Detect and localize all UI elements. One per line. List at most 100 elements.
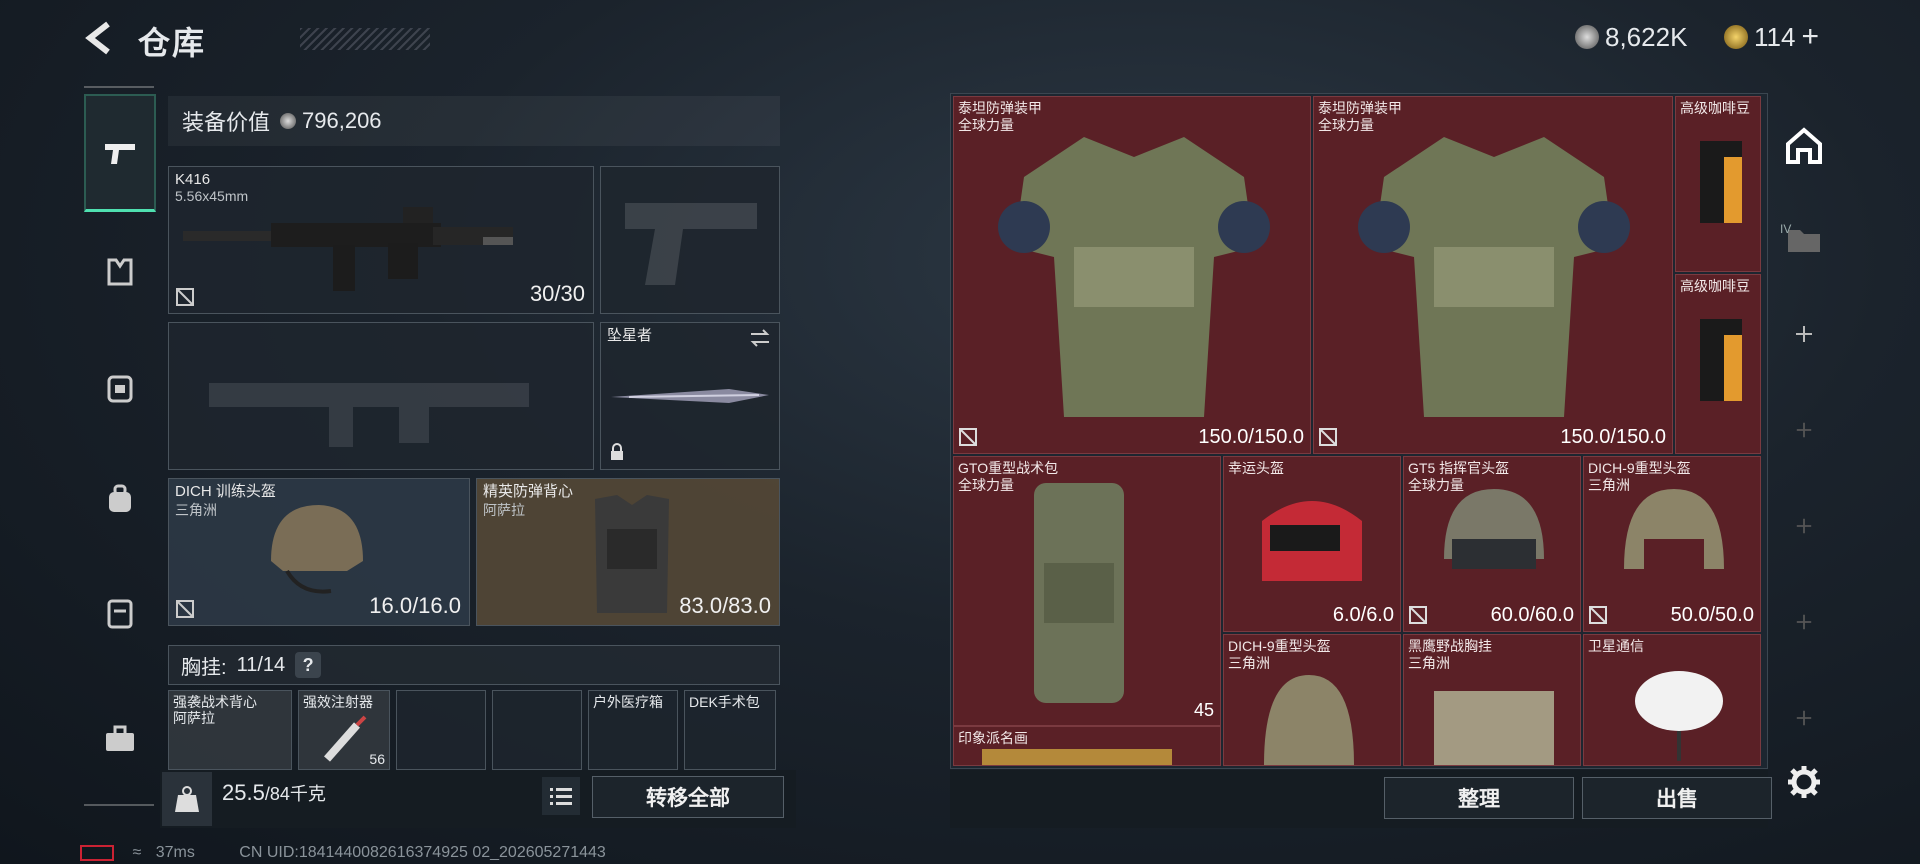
add-currency-button[interactable]: +	[1801, 20, 1819, 54]
chest-rig-header: 胸挂: 11/14 ?	[168, 645, 780, 685]
storage-item-satellite[interactable]: 卫星通信	[1583, 634, 1761, 766]
add-tab-button-5[interactable]	[1770, 688, 1838, 748]
no-insure-icon	[1589, 606, 1607, 624]
storage-item-painting[interactable]: 印象派名画	[953, 726, 1221, 766]
add-tab-button[interactable]	[1770, 304, 1838, 364]
list-view-button[interactable]	[542, 777, 580, 815]
item-name: DEK手术包	[689, 694, 760, 710]
storage-item-blackhawk-rig[interactable]: 黑鹰野战胸挂 三角洲	[1403, 634, 1581, 766]
sort-button[interactable]: 整理	[1384, 777, 1574, 819]
painting-frame-icon	[982, 749, 1172, 765]
side-label: IV	[1780, 222, 1792, 236]
coffee-bag-icon	[1700, 319, 1742, 401]
helmet-durability: 16.0/16.0	[369, 593, 461, 618]
rig-slot-5[interactable]: 户外医疗箱	[588, 690, 678, 770]
storage-item-coffee-1[interactable]: 高级咖啡豆	[1675, 96, 1761, 272]
rig-capacity: 11/14	[236, 653, 286, 676]
swap-icon[interactable]	[749, 329, 771, 347]
plus-icon	[1796, 422, 1812, 438]
storage-tab-2-icon: IV	[1780, 218, 1824, 258]
item-name: 卫星通信	[1588, 638, 1644, 654]
premium-currency[interactable]: 114 +	[1724, 20, 1819, 54]
no-insure-icon	[1319, 428, 1337, 446]
nav-weapons[interactable]	[84, 94, 156, 212]
slot-melee[interactable]: 坠星者	[600, 322, 780, 470]
item-origin: 全球力量	[958, 477, 1014, 493]
bag-icon	[109, 484, 131, 512]
transfer-all-button[interactable]: 转移全部	[592, 776, 784, 818]
titan-armor-icon	[998, 137, 1270, 417]
nav-bag[interactable]	[84, 464, 156, 534]
storage-item-gt5-helmet[interactable]: GT5 指挥官头盔 全球力量 60.0/60.0	[1403, 456, 1581, 632]
armor-origin: 阿萨拉	[483, 502, 525, 518]
back-button[interactable]	[80, 18, 120, 58]
storage-item-titan-armor-1[interactable]: 泰坦防弹装甲 全球力量 150.0/150.0	[953, 96, 1311, 454]
rig-slot-4[interactable]	[492, 690, 582, 770]
weight-display: 25.5/84千克	[222, 780, 326, 806]
nav-armor[interactable]	[84, 236, 156, 306]
nav-backpack[interactable]	[84, 352, 156, 422]
item-name: 强袭战术背心	[173, 694, 257, 710]
backpack-item-icon	[1034, 483, 1124, 703]
weight-icon-box	[162, 772, 212, 826]
lock-icon	[611, 443, 623, 460]
rig-slot-1[interactable]: 强袭战术背心 阿萨拉	[168, 690, 292, 770]
item-name: 高级咖啡豆	[1680, 100, 1750, 116]
nav-container[interactable]	[84, 578, 156, 648]
no-insure-icon	[176, 288, 194, 306]
warehouse-icon	[1786, 127, 1822, 164]
item-durability: 6.0/6.0	[1332, 604, 1394, 626]
storage-item-gto-backpack[interactable]: GTO重型战术包 全球力量 45	[953, 456, 1221, 726]
nav-toolbox[interactable]	[84, 704, 156, 774]
backpack-icon	[107, 375, 133, 403]
storage-item-dich9-helmet-2[interactable]: DICH-9重型头盔 三角洲	[1223, 634, 1401, 766]
pistol-placeholder-icon	[625, 203, 757, 285]
slot-secondary-empty[interactable]	[168, 322, 594, 470]
page-title: 仓库	[138, 25, 207, 61]
no-insure-icon	[176, 600, 194, 618]
storage-item-coffee-2[interactable]: 高级咖啡豆	[1675, 274, 1761, 454]
rig-slot-3[interactable]	[396, 690, 486, 770]
currency-value: 8,622K	[1605, 21, 1688, 52]
slot-pistol-empty[interactable]	[600, 166, 780, 314]
item-durability: 50.0/50.0	[1670, 604, 1754, 626]
rifle-icon	[183, 207, 513, 291]
slot-primary-weapon[interactable]: K416 5.56x45mm 30/30	[168, 166, 594, 314]
chest-rig-icon	[1434, 691, 1554, 765]
storage-item-dich9-helmet-1[interactable]: DICH-9重型头盔 三角洲 50.0/50.0	[1583, 456, 1761, 632]
item-durability: 150.0/150.0	[1560, 426, 1666, 448]
item-name: 印象派名画	[958, 730, 1028, 746]
storage-item-titan-armor-2[interactable]: 泰坦防弹装甲 全球力量 150.0/150.0	[1313, 96, 1673, 454]
helmet-icon	[1264, 675, 1354, 765]
item-origin: 三角洲	[1408, 655, 1450, 671]
currency-balance: 8,622K	[1575, 20, 1687, 54]
coffee-bag-icon	[1700, 141, 1742, 223]
add-tab-button-2[interactable]	[1770, 400, 1838, 460]
helmet-icon	[1624, 489, 1724, 569]
add-tab-button-3[interactable]	[1770, 496, 1838, 556]
slot-helmet[interactable]: DICH 训练头盔 三角洲 16.0/16.0	[168, 478, 470, 626]
item-name: 户外医疗箱	[593, 694, 663, 710]
item-name: 强效注射器	[303, 694, 373, 710]
storage-grid: 泰坦防弹装甲 全球力量 150.0/150.0 泰坦防弹装甲 全球力量 150.…	[950, 93, 1768, 769]
rig-slot-2[interactable]: 强效注射器 56	[298, 690, 390, 770]
storage-item-lucky-helmet[interactable]: 幸运头盔 6.0/6.0	[1223, 456, 1401, 632]
add-tab-button-4[interactable]	[1770, 592, 1838, 652]
settings-button[interactable]	[1770, 752, 1838, 812]
red-helmet-icon	[1262, 501, 1362, 581]
case-icon	[107, 599, 133, 629]
rifle-placeholder-icon	[209, 383, 529, 447]
toolbox-icon	[106, 725, 134, 751]
help-button[interactable]: ?	[295, 652, 322, 678]
gear-icon	[1788, 766, 1820, 798]
category-nav	[84, 86, 156, 806]
sell-button[interactable]: 出售	[1582, 777, 1772, 819]
storage-tab-2[interactable]: IV	[1770, 208, 1838, 268]
rig-slot-6[interactable]: DEK手术包	[684, 690, 776, 770]
slot-body-armor[interactable]: 精英防弹背心 阿萨拉 83.0/83.0	[476, 478, 780, 626]
titan-armor-icon	[1358, 137, 1630, 417]
weight-icon	[175, 786, 199, 812]
storage-tab-1[interactable]	[1770, 116, 1838, 176]
ping-value: 37ms	[155, 844, 195, 861]
vest-icon	[107, 258, 133, 286]
